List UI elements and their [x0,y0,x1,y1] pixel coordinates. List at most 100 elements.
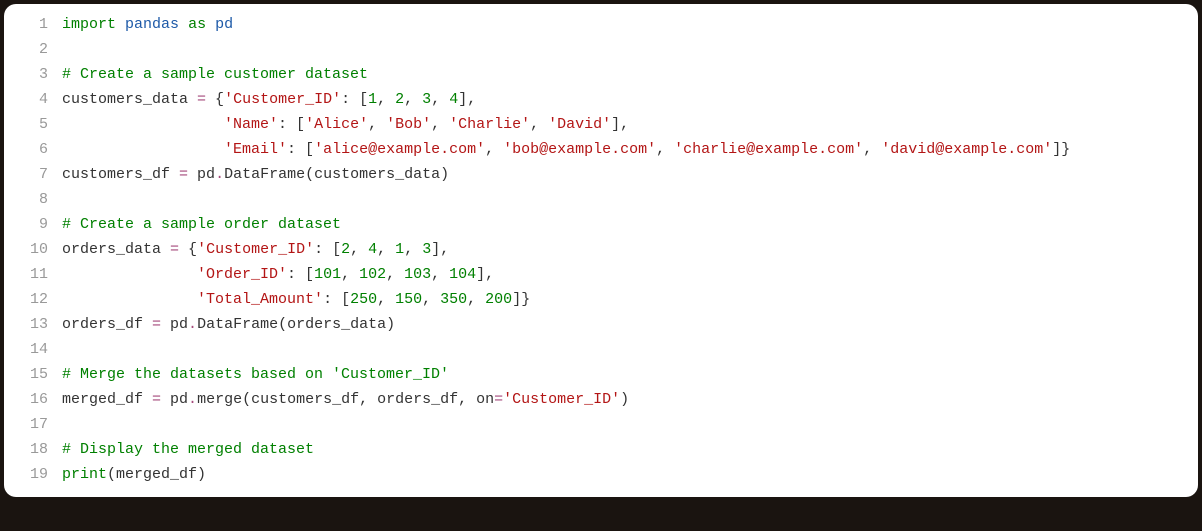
code-line: 9# Create a sample order dataset [4,212,1198,237]
token-pn [62,291,197,308]
token-str: 'Customer_ID' [503,391,620,408]
token-pn: , [404,241,422,258]
token-pn: : [ [341,91,368,108]
token-pn: merged_df [62,391,152,408]
code-content: customers_df = pd.DataFrame(customers_da… [62,162,1198,187]
line-number: 12 [4,287,62,312]
line-number: 1 [4,12,62,37]
token-str: 'david@example.com' [881,141,1052,158]
token-pn: , [431,91,449,108]
token-nm: pd [215,16,233,33]
token-kw: import [62,16,116,33]
token-cm: # Merge the datasets based on 'Customer_… [62,366,449,383]
token-pn: , [350,241,368,258]
code-content: # Display the merged dataset [62,437,1198,462]
token-pn: pd [161,391,188,408]
token-pn: , [530,116,548,133]
token-num: 103 [404,266,431,283]
token-str: 'Name' [224,116,278,133]
token-str: 'Email' [224,141,287,158]
token-num: 3 [422,241,431,258]
token-num: 250 [350,291,377,308]
code-content [62,187,1198,212]
token-pn [62,116,224,133]
code-content: orders_df = pd.DataFrame(orders_data) [62,312,1198,337]
token-str: 'Customer_ID' [224,91,341,108]
token-pn [179,16,188,33]
token-pn: pd [161,316,188,333]
token-pn: : [ [278,116,305,133]
token-str: 'David' [548,116,611,133]
token-pn: , [485,141,503,158]
token-op: . [188,391,197,408]
code-content: customers_data = {'Customer_ID': [1, 2, … [62,87,1198,112]
code-line: 18# Display the merged dataset [4,437,1198,462]
line-number: 8 [4,187,62,212]
code-line: 6 'Email': ['alice@example.com', 'bob@ex… [4,137,1198,162]
code-content [62,337,1198,362]
code-content: merged_df = pd.merge(customers_df, order… [62,387,1198,412]
line-number: 13 [4,312,62,337]
token-num: 3 [422,91,431,108]
token-str: 'Alice' [305,116,368,133]
token-pn [62,141,224,158]
token-str: 'Total_Amount' [197,291,323,308]
token-pn: ], [458,91,476,108]
token-pn: ], [611,116,629,133]
code-line: 16merged_df = pd.merge(customers_df, ord… [4,387,1198,412]
token-pn: , [431,116,449,133]
code-content: # Create a sample customer dataset [62,62,1198,87]
code-line: 11 'Order_ID': [101, 102, 103, 104], [4,262,1198,287]
line-number: 4 [4,87,62,112]
token-str: 'Bob' [386,116,431,133]
token-op: . [188,316,197,333]
code-line: 3# Create a sample customer dataset [4,62,1198,87]
token-pn: , [863,141,881,158]
code-line: 2 [4,37,1198,62]
code-line: 17 [4,412,1198,437]
token-pn: DataFrame(orders_data) [197,316,395,333]
code-line: 19print(merged_df) [4,462,1198,487]
token-op: = [179,166,188,183]
token-pn: ], [431,241,449,258]
token-num: 4 [449,91,458,108]
code-line: 1import pandas as pd [4,12,1198,37]
token-pn [206,16,215,33]
code-content: orders_data = {'Customer_ID': [2, 4, 1, … [62,237,1198,262]
token-pn: ) [620,391,629,408]
token-str: 'bob@example.com' [503,141,656,158]
token-pn: : [ [314,241,341,258]
token-cm: # Display the merged dataset [62,441,314,458]
token-op: = [197,91,206,108]
token-op: . [215,166,224,183]
line-number: 7 [4,162,62,187]
line-number: 9 [4,212,62,237]
code-line: 10orders_data = {'Customer_ID': [2, 4, 1… [4,237,1198,262]
token-str: 'Charlie' [449,116,530,133]
code-content: 'Order_ID': [101, 102, 103, 104], [62,262,1198,287]
line-number: 6 [4,137,62,162]
token-pn: ], [476,266,494,283]
token-num: 350 [440,291,467,308]
token-kw: as [188,16,206,33]
token-pn: (merged_df) [107,466,206,483]
code-line: 4customers_data = {'Customer_ID': [1, 2,… [4,87,1198,112]
token-pn: ]} [512,291,530,308]
line-number: 15 [4,362,62,387]
token-pn: customers_df [62,166,179,183]
token-num: 2 [341,241,350,258]
token-pn: pd [188,166,215,183]
token-pn: merge(customers_df, orders_df, on [197,391,494,408]
token-pn: , [386,266,404,283]
code-line: 15# Merge the datasets based on 'Custome… [4,362,1198,387]
line-number: 16 [4,387,62,412]
token-pn: : [ [323,291,350,308]
token-op: = [170,241,179,258]
token-pn: orders_df [62,316,152,333]
token-pn: customers_data [62,91,197,108]
code-line: 14 [4,337,1198,362]
code-content: 'Email': ['alice@example.com', 'bob@exam… [62,137,1198,162]
token-num: 4 [368,241,377,258]
token-pn: DataFrame(customers_data) [224,166,449,183]
token-pn: , [377,291,395,308]
